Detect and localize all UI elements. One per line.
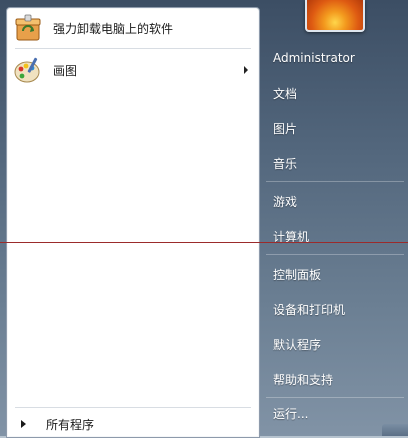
- program-label: 强力卸载电脑上的软件: [53, 21, 174, 36]
- user-name-link[interactable]: Administrator: [265, 44, 405, 72]
- menu-item-default-programs[interactable]: 默认程序: [265, 330, 405, 358]
- menu-item-pictures[interactable]: 图片: [265, 114, 405, 142]
- program-item-paint[interactable]: 画图: [7, 52, 259, 88]
- start-menu: 强力卸载电脑上的软件 画图 所有程序 Administrator 文档 图片 音…: [0, 0, 408, 438]
- program-label: 画图: [53, 63, 78, 78]
- expand-arrow-icon: [21, 420, 26, 428]
- uninstall-box-icon: [13, 13, 43, 43]
- menu-item-help-support[interactable]: 帮助和支持: [265, 365, 405, 393]
- divider: [266, 181, 404, 182]
- menu-item-computer[interactable]: 计算机: [265, 222, 405, 250]
- right-pane: Administrator 文档 图片 音乐 游戏 计算机 控制面板 设备和打印…: [258, 0, 408, 436]
- all-programs-button[interactable]: 所有程序: [15, 412, 255, 436]
- submenu-arrow-icon: [244, 66, 248, 74]
- divider: [15, 407, 251, 408]
- divider: [266, 254, 404, 255]
- menu-item-documents[interactable]: 文档: [265, 79, 405, 107]
- program-item-uninstaller[interactable]: 强力卸载电脑上的软件: [7, 10, 259, 46]
- menu-item-music[interactable]: 音乐: [265, 149, 405, 177]
- shutdown-button-edge[interactable]: [382, 424, 408, 436]
- divider: [15, 48, 251, 49]
- menu-item-control-panel[interactable]: 控制面板: [265, 260, 405, 288]
- menu-item-run[interactable]: 运行...: [265, 399, 405, 427]
- all-programs-label: 所有程序: [46, 417, 95, 432]
- paint-palette-icon: [13, 55, 43, 85]
- programs-pane: 强力卸载电脑上的软件 画图 所有程序: [6, 7, 260, 438]
- divider: [266, 397, 404, 398]
- menu-item-games[interactable]: 游戏: [265, 187, 405, 215]
- menu-item-devices-printers[interactable]: 设备和打印机: [265, 295, 405, 323]
- red-guide-line: [0, 242, 408, 243]
- user-avatar[interactable]: [305, 0, 365, 32]
